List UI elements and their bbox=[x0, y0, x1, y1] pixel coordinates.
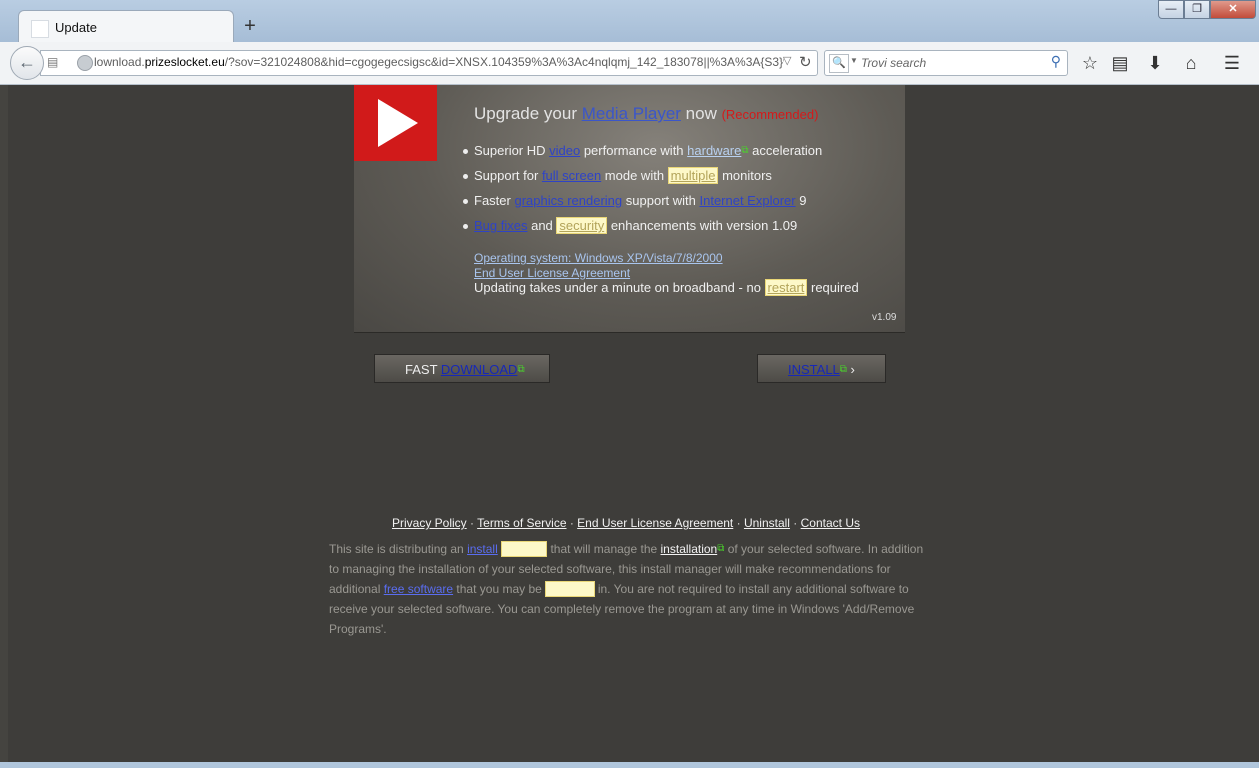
back-arrow-icon: ← bbox=[18, 52, 36, 72]
media-player-link[interactable]: Media Player bbox=[582, 104, 681, 123]
menu-icon[interactable]: ☰ bbox=[1221, 52, 1243, 74]
privacy-policy-link[interactable]: Privacy Policy bbox=[392, 516, 467, 530]
external-link-icon: ⧉ bbox=[517, 364, 525, 375]
recommended-label: (Recommended) bbox=[721, 107, 819, 122]
feature-text: support with bbox=[622, 193, 700, 208]
feature-item: Faster graphics rendering support with I… bbox=[462, 193, 822, 218]
globe-icon bbox=[77, 55, 93, 71]
footer-eula-link[interactable]: End User License Agreement bbox=[577, 516, 733, 530]
footer-links: Privacy Policy · Terms of Service · End … bbox=[392, 516, 860, 530]
separator: · bbox=[789, 516, 801, 530]
search-bar[interactable]: 🔍 ▼ Trovi search ⚲ bbox=[824, 50, 1068, 76]
external-link-icon: ⧉ bbox=[741, 145, 749, 156]
chevron-right-icon: › bbox=[846, 362, 855, 377]
feature-text: mode with bbox=[601, 168, 668, 183]
star-icon[interactable]: ☆ bbox=[1079, 52, 1101, 74]
separator: · bbox=[733, 516, 744, 530]
feature-text: performance with bbox=[580, 143, 688, 158]
update-note: Updating takes under a minute on broadba… bbox=[474, 279, 859, 296]
disclaimer-text: This site is distributing an install tha… bbox=[329, 539, 929, 639]
feature-text: and bbox=[527, 218, 557, 233]
feature-item: Bug fixes and security enhancements with… bbox=[462, 217, 822, 243]
url-text[interactable]: lownload.prizeslocket.eu/?sov=321024808&… bbox=[94, 55, 784, 69]
update-note-post: required bbox=[807, 280, 859, 295]
free-software-link[interactable]: free software bbox=[384, 582, 453, 596]
maximize-button[interactable]: ❐ bbox=[1184, 0, 1210, 19]
search-magnifier-icon[interactable]: ⚲ bbox=[1051, 53, 1061, 70]
update-note-pre: Updating takes under a minute on broadba… bbox=[474, 280, 765, 295]
tab-update[interactable]: Update bbox=[18, 10, 234, 44]
feature-text: monitors bbox=[718, 168, 772, 183]
back-button[interactable]: ← bbox=[10, 46, 44, 80]
feature-text: Faster bbox=[474, 193, 515, 208]
search-engine-icon[interactable]: 🔍 bbox=[829, 54, 849, 73]
disclaimer-part: that will manage the bbox=[547, 542, 661, 556]
url-rest: /?sov=321024808&hid=cgogegecsigsc&id=XNS… bbox=[224, 55, 784, 69]
security-link[interactable]: security bbox=[556, 217, 608, 234]
feature-list: Superior HD video performance with hardw… bbox=[462, 143, 823, 243]
site-identity-icon[interactable]: ▤ bbox=[47, 55, 65, 70]
page-edge bbox=[0, 85, 8, 763]
page-favicon-icon bbox=[31, 20, 49, 38]
promo-headline: Upgrade your Media Player now (Recommend… bbox=[474, 104, 818, 124]
feature-text: enhancements with version 1.09 bbox=[607, 218, 798, 233]
external-link-icon: ⧉ bbox=[839, 364, 847, 375]
headline-post: now bbox=[680, 104, 722, 123]
operating-system-link[interactable]: Operating system: Windows XP/Vista/7/8/2… bbox=[474, 251, 723, 266]
disclaimer-part: This site is distributing an bbox=[329, 542, 468, 556]
highlighted-blank bbox=[501, 541, 548, 557]
feature-text: Support for bbox=[474, 168, 542, 183]
hardware-link[interactable]: hardware bbox=[687, 143, 741, 158]
uninstall-link[interactable]: Uninstall bbox=[744, 516, 790, 530]
close-button[interactable]: ✕ bbox=[1210, 0, 1256, 19]
navigation-toolbar: ▤ lownload.prizeslocket.eu/?sov=32102480… bbox=[0, 42, 1259, 85]
window-controls: — ❐ ✕ bbox=[1158, 0, 1256, 19]
video-link[interactable]: video bbox=[549, 143, 580, 158]
multiple-link[interactable]: multiple bbox=[667, 167, 719, 184]
tab-title: Update bbox=[55, 20, 97, 35]
terms-of-service-link[interactable]: Terms of Service bbox=[477, 516, 566, 530]
info-links: Operating system: Windows XP/Vista/7/8/2… bbox=[474, 251, 723, 281]
contact-us-link[interactable]: Contact Us bbox=[801, 516, 860, 530]
new-tab-button[interactable]: + bbox=[241, 16, 259, 36]
feature-item: Support for full screen mode with multip… bbox=[462, 167, 822, 193]
install-disclaimer-link[interactable]: install bbox=[467, 542, 498, 556]
home-icon[interactable]: ⌂ bbox=[1180, 52, 1202, 74]
fast-download-button[interactable]: FAST DOWNLOAD⧉ bbox=[374, 354, 550, 383]
install-button[interactable]: INSTALL⧉ › bbox=[757, 354, 886, 383]
bug-fixes-link[interactable]: Bug fixes bbox=[474, 218, 527, 233]
minimize-button[interactable]: — bbox=[1158, 0, 1184, 19]
separator: · bbox=[566, 516, 578, 530]
url-history-dropdown-icon[interactable]: ▽ bbox=[783, 54, 791, 67]
reading-list-icon[interactable]: ▤ bbox=[1109, 52, 1131, 74]
feature-text: acceleration bbox=[748, 143, 823, 158]
internet-explorer-link[interactable]: Internet Explorer bbox=[699, 193, 795, 208]
installation-link[interactable]: installation bbox=[661, 542, 718, 556]
window-bottom-border bbox=[0, 762, 1259, 768]
eula-link[interactable]: End User License Agreement bbox=[474, 266, 723, 281]
graphics-rendering-link[interactable]: graphics rendering bbox=[514, 193, 622, 208]
install-link[interactable]: INSTALL bbox=[788, 362, 840, 377]
url-prefix: lownload. bbox=[94, 55, 145, 69]
address-bar[interactable]: ▤ lownload.prizeslocket.eu/?sov=32102480… bbox=[40, 50, 818, 76]
disclaimer-part: that you may be bbox=[453, 582, 546, 596]
download-link[interactable]: DOWNLOAD bbox=[441, 362, 518, 377]
full-screen-link[interactable]: full screen bbox=[542, 168, 601, 183]
search-input[interactable]: Trovi search bbox=[861, 56, 926, 70]
version-label: v1.09 bbox=[872, 312, 897, 323]
download-icon[interactable]: ⬇ bbox=[1144, 52, 1166, 74]
reload-icon[interactable]: ↻ bbox=[799, 53, 812, 71]
restart-link[interactable]: restart bbox=[764, 279, 808, 296]
feature-text: 9 bbox=[795, 193, 807, 208]
feature-text: Superior HD bbox=[474, 143, 550, 158]
play-logo-icon bbox=[354, 85, 437, 161]
headline-pre: Upgrade your bbox=[474, 104, 582, 123]
feature-item: Superior HD video performance with hardw… bbox=[462, 143, 823, 168]
url-domain: prizeslocket.eu bbox=[144, 55, 225, 69]
fast-label: FAST bbox=[405, 362, 441, 377]
highlighted-blank bbox=[545, 581, 595, 597]
separator: · bbox=[466, 516, 478, 530]
search-engine-dropdown-icon[interactable]: ▼ bbox=[850, 56, 858, 65]
